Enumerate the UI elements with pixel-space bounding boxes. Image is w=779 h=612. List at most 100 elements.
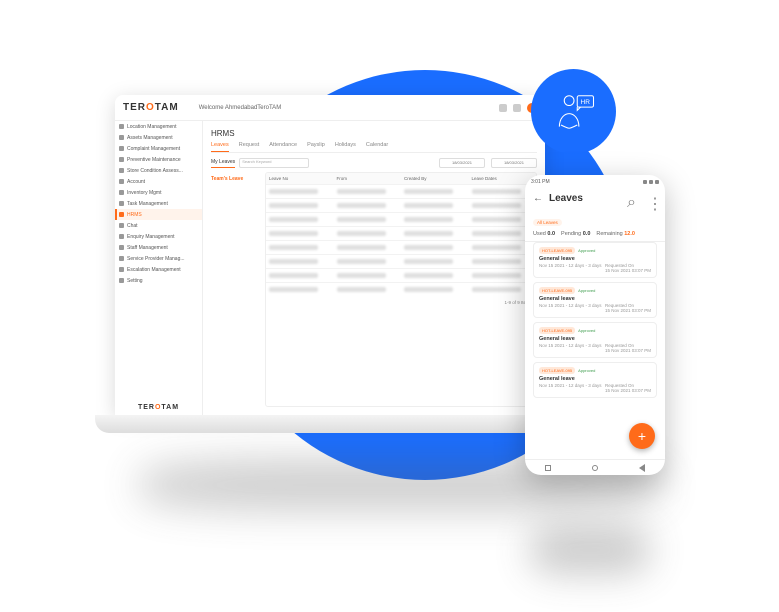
brand-logo-small: TEROTAM bbox=[138, 404, 179, 411]
main-content: HRMS LeavesRequestAttendancePayslipHolid… bbox=[203, 121, 545, 415]
tab-holidays[interactable]: Holidays bbox=[335, 142, 356, 152]
sidebar-item-enquiry-management[interactable]: Enquiry Management bbox=[115, 231, 202, 242]
sidebar-item-task-management[interactable]: Task Management bbox=[115, 198, 202, 209]
menu-icon bbox=[119, 256, 124, 261]
menu-icon bbox=[119, 223, 124, 228]
sidebar-item-location-management[interactable]: Location Management bbox=[115, 121, 202, 132]
table-row[interactable] bbox=[266, 184, 536, 198]
leave-type: General leave bbox=[539, 296, 651, 302]
col-leave-no: Leave No bbox=[266, 173, 334, 184]
date-from[interactable]: 18/03/2021 bbox=[439, 158, 485, 168]
tab-request[interactable]: Request bbox=[239, 142, 260, 152]
tab-payslip[interactable]: Payslip bbox=[307, 142, 325, 152]
nav-recent-icon[interactable] bbox=[545, 465, 551, 471]
back-icon[interactable]: ← bbox=[533, 193, 543, 204]
filter-icon[interactable]: ⋮ bbox=[647, 194, 657, 204]
leave-meta: Nov 15 2021 - 12 days - 3 days bbox=[539, 383, 602, 393]
table-row[interactable] bbox=[266, 212, 536, 226]
hr-person-icon: HR bbox=[548, 86, 600, 138]
menu-icon bbox=[119, 157, 124, 162]
status-badge: Approved bbox=[578, 368, 595, 373]
table-row[interactable] bbox=[266, 240, 536, 254]
sidebar-item-hrms[interactable]: HRMS bbox=[115, 209, 202, 220]
status-time: 3:01 PM bbox=[531, 179, 550, 185]
search-input[interactable]: Search Keyword bbox=[239, 158, 309, 168]
leave-card[interactable]: HOT-LEAVE-095ApprovedGeneral leaveNov 15… bbox=[533, 362, 657, 398]
signal-icon bbox=[649, 180, 653, 184]
nav-back-icon[interactable] bbox=[639, 464, 645, 472]
pager: 1-9 of 9 Items bbox=[266, 296, 536, 309]
android-nav bbox=[525, 459, 665, 475]
leave-card[interactable]: HOT-LEAVE-095ApprovedGeneral leaveNov 15… bbox=[533, 282, 657, 318]
leave-meta: Nov 15 2021 - 12 days - 3 days bbox=[539, 303, 602, 313]
status-bar: 3:01 PM bbox=[525, 175, 665, 189]
leave-meta: Nov 15 2021 - 12 days - 3 days bbox=[539, 343, 602, 353]
team-leave-list: Team's Leave bbox=[211, 172, 259, 407]
sidebar-item-assets-management[interactable]: Assets Management bbox=[115, 132, 202, 143]
app-header: TEROTAM Welcome AhmedabadTeroTAM bbox=[115, 95, 545, 121]
requested-on: Requested On15 Nov 2021 03:07 PM bbox=[605, 303, 651, 313]
sidebar-item-store-condition-assess-[interactable]: Store Condition Assess... bbox=[115, 165, 202, 176]
hr-icon-badge: HR bbox=[531, 69, 616, 154]
summary-pending: Pending 0.0 bbox=[561, 231, 590, 237]
leave-type: General leave bbox=[539, 256, 651, 262]
table-row[interactable] bbox=[266, 198, 536, 212]
menu-icon bbox=[119, 124, 124, 129]
date-to[interactable]: 18/03/2021 bbox=[491, 158, 537, 168]
col-created-by: Created By bbox=[401, 173, 469, 184]
phone-shadow bbox=[530, 525, 650, 575]
tab-attendance[interactable]: Attendance bbox=[269, 142, 297, 152]
leave-card[interactable]: HOT-LEAVE-095ApprovedGeneral leaveNov 15… bbox=[533, 322, 657, 358]
table-row[interactable] bbox=[266, 226, 536, 240]
welcome-text: Welcome AhmedabadTeroTAM bbox=[199, 105, 281, 111]
sidebar: Location ManagementAssets ManagementComp… bbox=[115, 121, 203, 415]
table-row[interactable] bbox=[266, 268, 536, 282]
svg-text:HR: HR bbox=[580, 98, 590, 105]
tab-leaves[interactable]: Leaves bbox=[211, 142, 229, 152]
status-badge: Approved bbox=[578, 248, 595, 253]
col-from: From bbox=[334, 173, 402, 184]
laptop-base bbox=[95, 415, 565, 433]
sidebar-item-service-provider-manag-[interactable]: Service Provider Manag... bbox=[115, 253, 202, 264]
search-icon[interactable]: ⌕ bbox=[627, 194, 637, 204]
sidebar-item-setting[interactable]: Setting bbox=[115, 275, 202, 286]
menu-icon bbox=[119, 190, 124, 195]
team-leave-label[interactable]: Team's Leave bbox=[211, 172, 259, 186]
filter-row: My Leaves Search Keyword 18/03/2021 18/0… bbox=[211, 157, 537, 168]
menu-icon bbox=[119, 179, 124, 184]
sidebar-item-complaint-management[interactable]: Complaint Management bbox=[115, 143, 202, 154]
nav-home-icon[interactable] bbox=[592, 465, 598, 471]
add-leave-button[interactable]: + bbox=[629, 423, 655, 449]
help-icon[interactable] bbox=[513, 104, 521, 112]
leave-card[interactable]: HOT-LEAVE-095ApprovedGeneral leaveNov 15… bbox=[533, 242, 657, 278]
mobile-header: ← Leaves ⌕ ⋮ bbox=[525, 189, 665, 208]
tab-bar: Leaves Request Attendance Payslip Holidays Ca… bbox=[211, 142, 537, 153]
leaves-table: Leave NoFromCreated ByLeave Dates 1-9 of… bbox=[265, 172, 537, 407]
menu-icon bbox=[119, 146, 124, 151]
sidebar-item-account[interactable]: Account bbox=[115, 176, 202, 187]
mobile-app: 3:01 PM ← Leaves ⌕ ⋮ All Leaves Used 0.0… bbox=[525, 175, 665, 475]
mobile-title: Leaves bbox=[549, 193, 583, 204]
table-row[interactable] bbox=[266, 282, 536, 296]
desktop-app: TEROTAM Welcome AhmedabadTeroTAM Locatio… bbox=[115, 95, 545, 415]
brand-logo: TEROTAM bbox=[123, 102, 179, 113]
sidebar-item-escalation-management[interactable]: Escalation Management bbox=[115, 264, 202, 275]
tab-calendar[interactable]: Calendar bbox=[366, 142, 388, 152]
leave-type: General leave bbox=[539, 376, 651, 382]
sidebar-item-chat[interactable]: Chat bbox=[115, 220, 202, 231]
subtab-my-leaves[interactable]: My Leaves bbox=[211, 157, 235, 168]
menu-icon bbox=[119, 278, 124, 283]
requested-on: Requested On15 Nov 2021 03:07 PM bbox=[605, 263, 651, 273]
menu-icon bbox=[119, 168, 124, 173]
col-leave-dates: Leave Dates bbox=[469, 173, 537, 184]
notification-icon[interactable] bbox=[499, 104, 507, 112]
leave-meta: Nov 15 2021 - 12 days - 3 days bbox=[539, 263, 602, 273]
menu-icon bbox=[119, 234, 124, 239]
table-row[interactable] bbox=[266, 254, 536, 268]
summary-used: Used 0.0 bbox=[533, 231, 555, 237]
menu-icon bbox=[119, 212, 124, 217]
sidebar-item-preventive-maintenance[interactable]: Preventive Maintenance bbox=[115, 154, 202, 165]
sidebar-item-inventory-mgmt[interactable]: Inventory Mgmt bbox=[115, 187, 202, 198]
filter-pill[interactable]: All Leaves bbox=[533, 219, 562, 226]
sidebar-item-staff-management[interactable]: Staff Management bbox=[115, 242, 202, 253]
